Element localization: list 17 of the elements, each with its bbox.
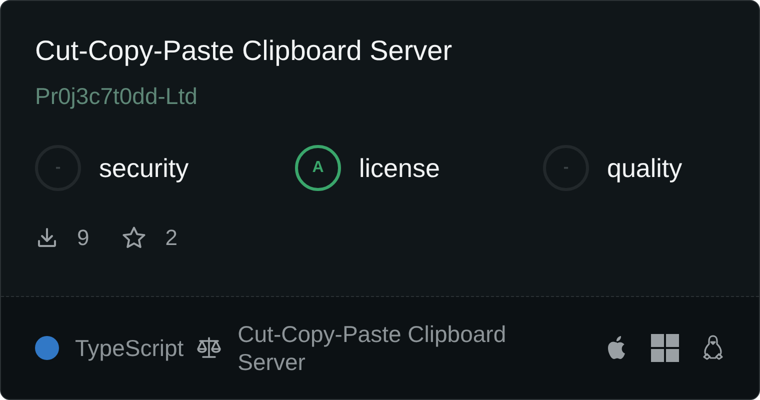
grade-badge: - bbox=[543, 145, 589, 191]
windows-icon bbox=[651, 334, 679, 362]
penguin-icon bbox=[701, 334, 725, 362]
scale-icon bbox=[196, 336, 222, 360]
download-count: 9 bbox=[77, 225, 90, 251]
star-icon bbox=[121, 225, 148, 251]
publisher-name[interactable]: Pr0j3c7t0dd-Ltd bbox=[35, 81, 725, 111]
score-label: security bbox=[99, 152, 189, 184]
star-count: 2 bbox=[165, 225, 178, 251]
score-label: quality bbox=[607, 152, 682, 184]
score-label: license bbox=[359, 152, 440, 184]
language-name: TypeScript bbox=[75, 334, 184, 362]
grade-badge: - bbox=[35, 145, 81, 191]
grade-badge: A bbox=[295, 145, 341, 191]
license-name: Cut-Copy-Paste Clipboard Server bbox=[238, 320, 508, 376]
download-icon bbox=[35, 226, 59, 250]
server-title[interactable]: Cut-Copy-Paste Clipboard Server bbox=[35, 31, 725, 71]
